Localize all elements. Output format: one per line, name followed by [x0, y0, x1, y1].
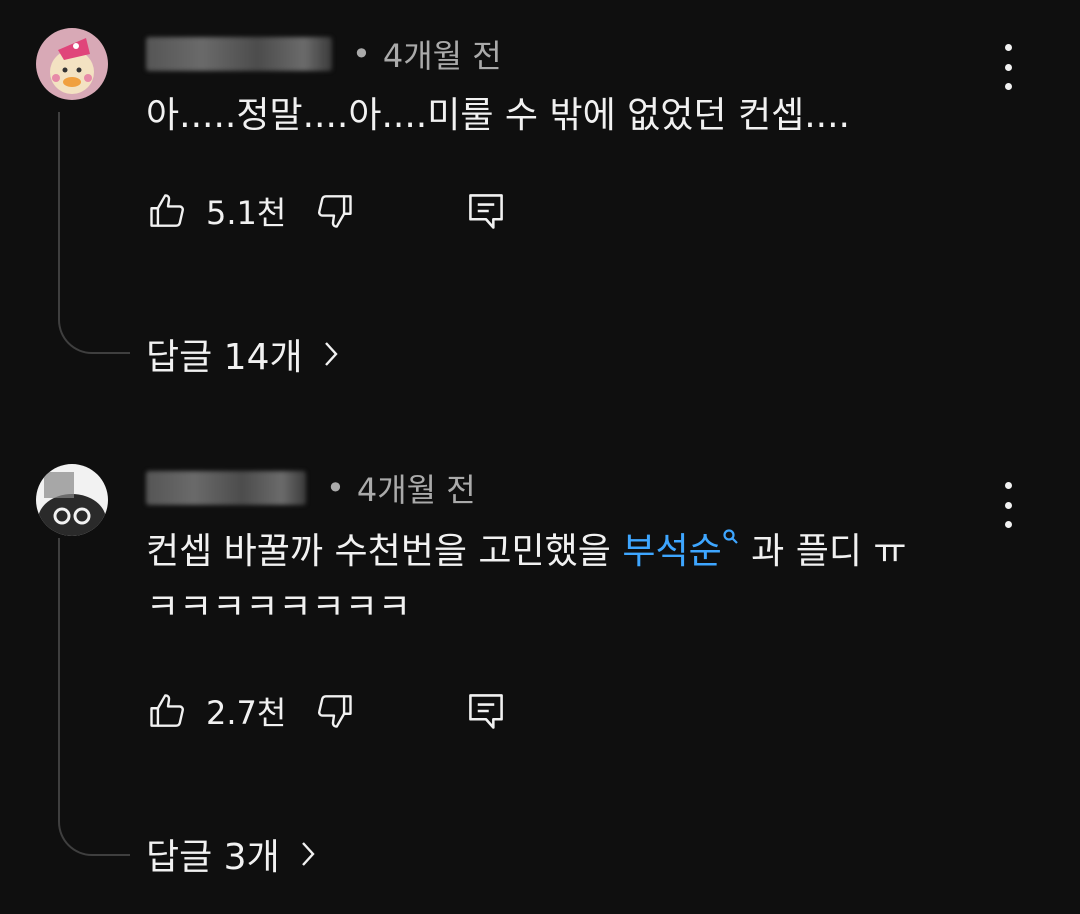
view-replies-button[interactable]: 답글 14개 [146, 330, 341, 378]
redacted-username[interactable] [146, 471, 306, 505]
reply-button[interactable] [464, 686, 508, 736]
comment-text-content: 아.....정말....아....미룰 수 밖에 없었던 컨셉.... [146, 95, 850, 136]
comment-text-part: 컨셉 바꿀까 수천번을 고민했을 [146, 531, 623, 572]
avatar[interactable] [36, 464, 108, 536]
meta-separator: • [326, 469, 345, 507]
thread-line [58, 538, 130, 856]
comment-text-line2: ㅋㅋㅋㅋㅋㅋㅋㅋ [146, 587, 411, 628]
more-vert-icon [1004, 482, 1012, 489]
comment-actions: 2.7천 [146, 686, 526, 736]
reply-icon [469, 694, 503, 729]
comment-actions: 5.1천 [146, 186, 526, 236]
dislike-button[interactable] [312, 686, 356, 736]
more-options-button[interactable] [992, 480, 1024, 530]
more-vert-icon [1004, 44, 1012, 51]
dislike-button[interactable] [312, 186, 356, 236]
comment-text: 컨셉 바꿀까 수천번을 고민했을 부석순 과 플디 ㅠ ㅋㅋㅋㅋㅋㅋㅋㅋ [146, 524, 907, 636]
comment-meta: • 4개월 전 [146, 466, 476, 510]
duck-avatar-image [36, 28, 108, 100]
replies-label: 답글 3개 [146, 837, 280, 878]
comment-time[interactable]: 4개월 전 [357, 465, 476, 511]
character-avatar-image [36, 464, 108, 536]
more-options-button[interactable] [992, 42, 1024, 92]
comment-text: 아.....정말....아....미룰 수 밖에 없었던 컨셉.... [146, 88, 850, 144]
comment-2: • 4개월 전 컨셉 바꿀까 수천번을 고민했을 부석순 과 플디 ㅠ ㅋㅋㅋㅋ… [0, 450, 1080, 910]
like-button[interactable]: 2.7천 [146, 686, 286, 736]
comment-time[interactable]: 4개월 전 [383, 31, 502, 77]
hashtag-text: 부석순 [622, 531, 722, 572]
chevron-right-icon [324, 342, 338, 366]
thumbs-down-icon [318, 695, 352, 728]
replies-label: 답글 14개 [146, 337, 303, 378]
thumbs-up-icon [150, 694, 184, 727]
reply-icon [469, 194, 503, 229]
hashtag-link[interactable]: 부석순 [622, 529, 739, 572]
thumbs-down-icon [318, 195, 352, 228]
view-replies-button[interactable]: 답글 3개 [146, 830, 318, 878]
comment-1: • 4개월 전 아.....정말....아....미룰 수 밖에 없었던 컨셉.… [0, 0, 1080, 420]
redacted-username[interactable] [146, 37, 332, 71]
thumbs-up-icon [150, 194, 184, 227]
meta-separator: • [352, 35, 371, 73]
chevron-right-icon [301, 842, 315, 866]
reply-button[interactable] [464, 186, 508, 236]
comment-meta: • 4개월 전 [146, 32, 502, 76]
search-icon [723, 529, 738, 544]
comment-text-part: 과 플디 ㅠ [739, 531, 907, 572]
like-count: 2.7천 [206, 694, 287, 732]
like-count: 5.1천 [206, 194, 287, 232]
like-button[interactable]: 5.1천 [146, 186, 286, 236]
avatar[interactable] [36, 28, 108, 100]
thread-line [58, 112, 130, 354]
